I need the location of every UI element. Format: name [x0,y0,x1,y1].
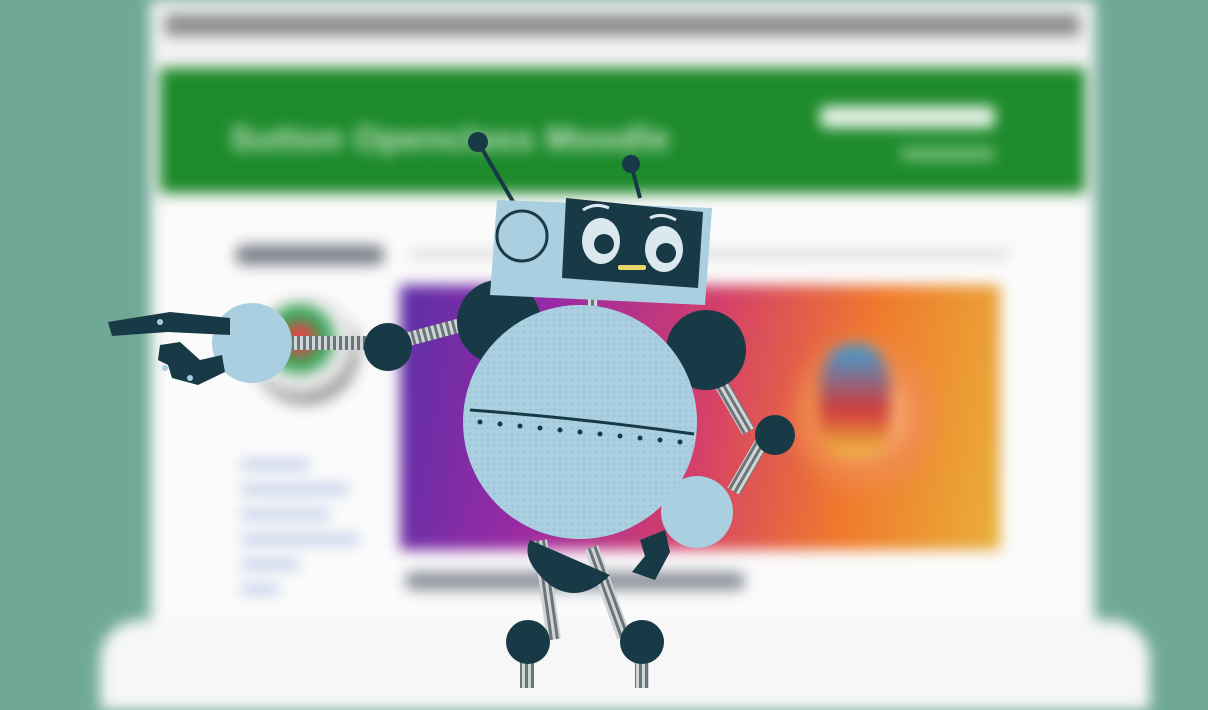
antenna-ball-icon [622,155,640,173]
robot-mouth [618,265,646,270]
scene: Sutton Openclass Moodle [0,0,1208,710]
robot-mascot [108,132,795,688]
robot-head [468,132,712,305]
antenna-ball-icon [468,132,488,152]
robot-pointing-arm [108,303,464,385]
robot-body [463,305,697,539]
